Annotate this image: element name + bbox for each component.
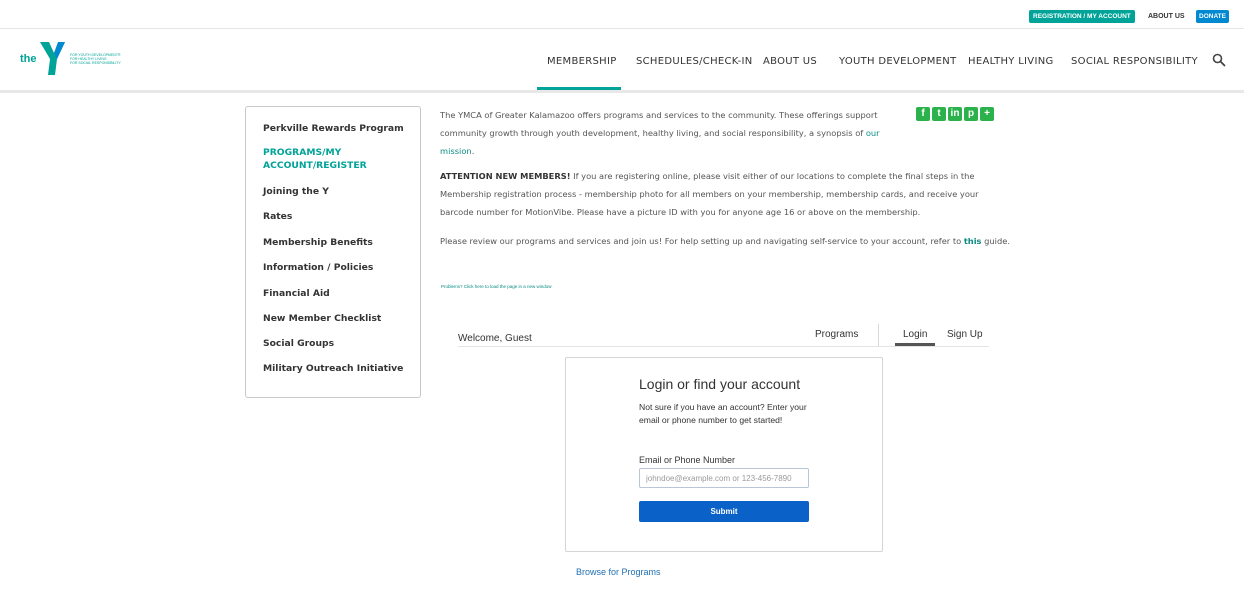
sidebar-item-rates[interactable]: Rates (263, 211, 292, 222)
submit-button[interactable]: Submit (639, 501, 809, 522)
nav-about-us[interactable]: ABOUT US (763, 56, 817, 67)
sidebar-item-programs-register[interactable]: PROGRAMS/MY ACCOUNT/REGISTER (263, 146, 403, 172)
attention-paragraph: ATTENTION NEW MEMBERS! If you are regist… (440, 167, 1010, 221)
header-divider (0, 90, 1244, 93)
tab-separator (878, 324, 879, 346)
problems-link[interactable]: Problems? Click here to load the page in… (441, 284, 552, 289)
logo-tagline-3: FOR SOCIAL RESPONSIBILITY (70, 61, 121, 65)
membership-sidebar: Perkville Rewards Program PROGRAMS/MY AC… (245, 106, 421, 398)
browse-programs-link[interactable]: Browse for Programs (576, 567, 661, 577)
sidebar-item-benefits[interactable]: Membership Benefits (263, 237, 373, 248)
ymca-logo[interactable]: the FOR YOUTH DEVELOPMENT® FOR HEALTHY L… (20, 40, 160, 80)
sidebar-item-policies[interactable]: Information / Policies (263, 262, 373, 273)
sidebar-item-checklist[interactable]: New Member Checklist (263, 313, 381, 324)
sidebar-item-social-groups[interactable]: Social Groups (263, 338, 334, 349)
share-bar: f t in p + (916, 107, 994, 121)
nav-membership[interactable]: MEMBERSHIP (547, 56, 617, 67)
guide-link[interactable]: this (964, 236, 982, 246)
utility-bar: REGISTRATION / MY ACCOUNT ABOUT US DONAT… (0, 0, 1244, 29)
search-icon[interactable] (1212, 53, 1226, 67)
plus-icon[interactable]: + (980, 107, 994, 121)
nav-youth-development[interactable]: YOUTH DEVELOPMENT (839, 56, 957, 67)
widget-tab-divider (458, 346, 989, 347)
welcome-text: Welcome, Guest (458, 333, 532, 344)
tab-login[interactable]: Login (903, 329, 927, 340)
sidebar-item-joining[interactable]: Joining the Y (263, 186, 329, 197)
nav-healthy-living[interactable]: HEALTHY LIVING (968, 56, 1054, 67)
ymca-y-icon (40, 42, 65, 75)
nav-social-responsibility[interactable]: SOCIAL RESPONSIBILITY (1071, 56, 1198, 67)
facebook-icon[interactable]: f (916, 107, 930, 121)
twitter-icon[interactable]: t (932, 107, 946, 121)
sidebar-item-perkville[interactable]: Perkville Rewards Program (263, 123, 404, 134)
site-header (0, 29, 1244, 91)
intro-text: The YMCA of Greater Kalamazoo offers pro… (440, 110, 878, 138)
tab-programs[interactable]: Programs (815, 329, 858, 340)
donate-button[interactable]: DONATE (1196, 10, 1229, 23)
intro-end: . (471, 146, 475, 156)
review-end: guide. (981, 236, 1010, 246)
intro-paragraph: The YMCA of Greater Kalamazoo offers pro… (440, 106, 880, 160)
sidebar-item-financial-aid[interactable]: Financial Aid (263, 288, 330, 299)
email-phone-label: Email or Phone Number (639, 455, 736, 465)
review-paragraph: Please review our programs and services … (440, 232, 1010, 250)
review-text: Please review our programs and services … (440, 236, 964, 246)
registration-account-button[interactable]: REGISTRATION / MY ACCOUNT (1029, 10, 1135, 23)
nav-schedules-check-in[interactable]: SCHEDULES/CHECK-IN (636, 56, 753, 67)
linkedin-icon[interactable]: in (948, 107, 962, 121)
attention-label: ATTENTION NEW MEMBERS! (440, 171, 571, 181)
login-card-description: Not sure if you have an account? Enter y… (639, 402, 807, 425)
tab-sign-up[interactable]: Sign Up (947, 329, 983, 340)
login-card-title: Login or find your account (639, 376, 801, 392)
email-phone-input[interactable] (639, 468, 809, 488)
logo-the-text: the (20, 53, 37, 65)
utility-about-link[interactable]: ABOUT US (1148, 10, 1185, 23)
pinterest-icon[interactable]: p (964, 107, 978, 121)
sidebar-item-military[interactable]: Military Outreach Initiative (263, 363, 403, 374)
